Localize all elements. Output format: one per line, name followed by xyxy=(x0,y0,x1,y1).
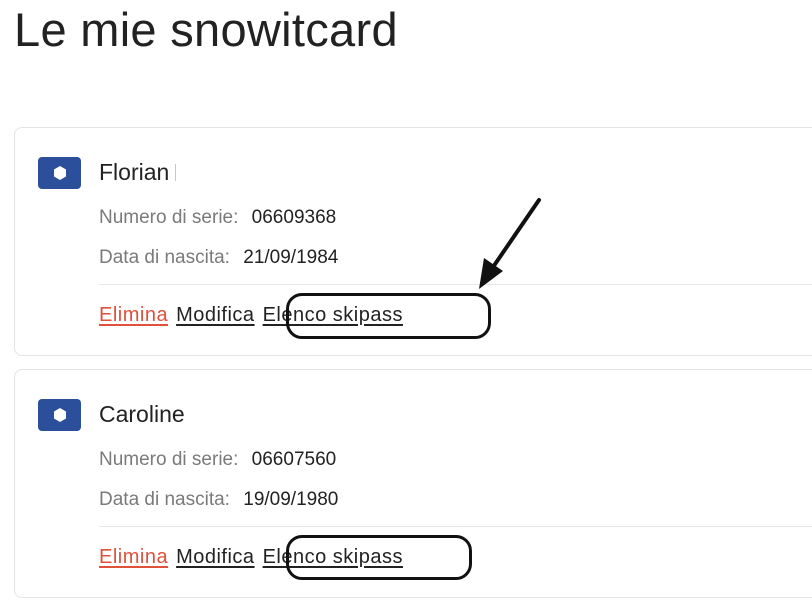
snowcard-icon xyxy=(38,399,81,431)
card-holder-name: Florian xyxy=(99,157,177,187)
edit-link[interactable]: Modifica xyxy=(176,304,254,326)
skipass-list-link[interactable]: Elenco skipass xyxy=(263,546,403,568)
skipass-list-link[interactable]: Elenco skipass xyxy=(263,304,403,326)
card-divider xyxy=(99,526,812,527)
card-holder-name-text: Caroline xyxy=(99,401,185,427)
serial-number-row: Numero di serie: 06607560 xyxy=(99,448,336,472)
snowcard-card: Florian Numero di serie: 06609368 Data d… xyxy=(14,127,812,356)
card-actions: Elimina Modifica Elenco skipass xyxy=(99,544,411,570)
delete-link[interactable]: Elimina xyxy=(99,546,168,568)
delete-link[interactable]: Elimina xyxy=(99,304,168,326)
text-cursor xyxy=(175,164,177,181)
serial-number-value: 06607560 xyxy=(251,449,337,470)
birth-date-value: 21/09/1984 xyxy=(243,247,339,268)
serial-number-value: 06609368 xyxy=(251,207,337,228)
page-title: Le mie snowitcard xyxy=(14,3,398,56)
serial-number-label: Numero di serie: xyxy=(99,207,239,228)
birth-date-label: Data di nascita: xyxy=(99,247,230,268)
snowcard-card: Caroline Numero di serie: 06607560 Data … xyxy=(14,369,812,598)
card-actions: Elimina Modifica Elenco skipass xyxy=(99,302,411,328)
card-holder-name: Caroline xyxy=(99,399,185,429)
birth-date-row: Data di nascita: 21/09/1984 xyxy=(99,246,338,270)
birth-date-value: 19/09/1980 xyxy=(243,489,339,510)
edit-link[interactable]: Modifica xyxy=(176,546,254,568)
serial-number-label: Numero di serie: xyxy=(99,449,239,470)
page: Le mie snowitcard Florian Numero di seri… xyxy=(0,0,812,601)
snowcard-icon xyxy=(38,157,81,189)
birth-date-row: Data di nascita: 19/09/1980 xyxy=(99,488,338,512)
serial-number-row: Numero di serie: 06609368 xyxy=(99,206,336,230)
card-divider xyxy=(99,284,812,285)
birth-date-label: Data di nascita: xyxy=(99,489,230,510)
card-holder-name-text: Florian xyxy=(99,159,170,185)
